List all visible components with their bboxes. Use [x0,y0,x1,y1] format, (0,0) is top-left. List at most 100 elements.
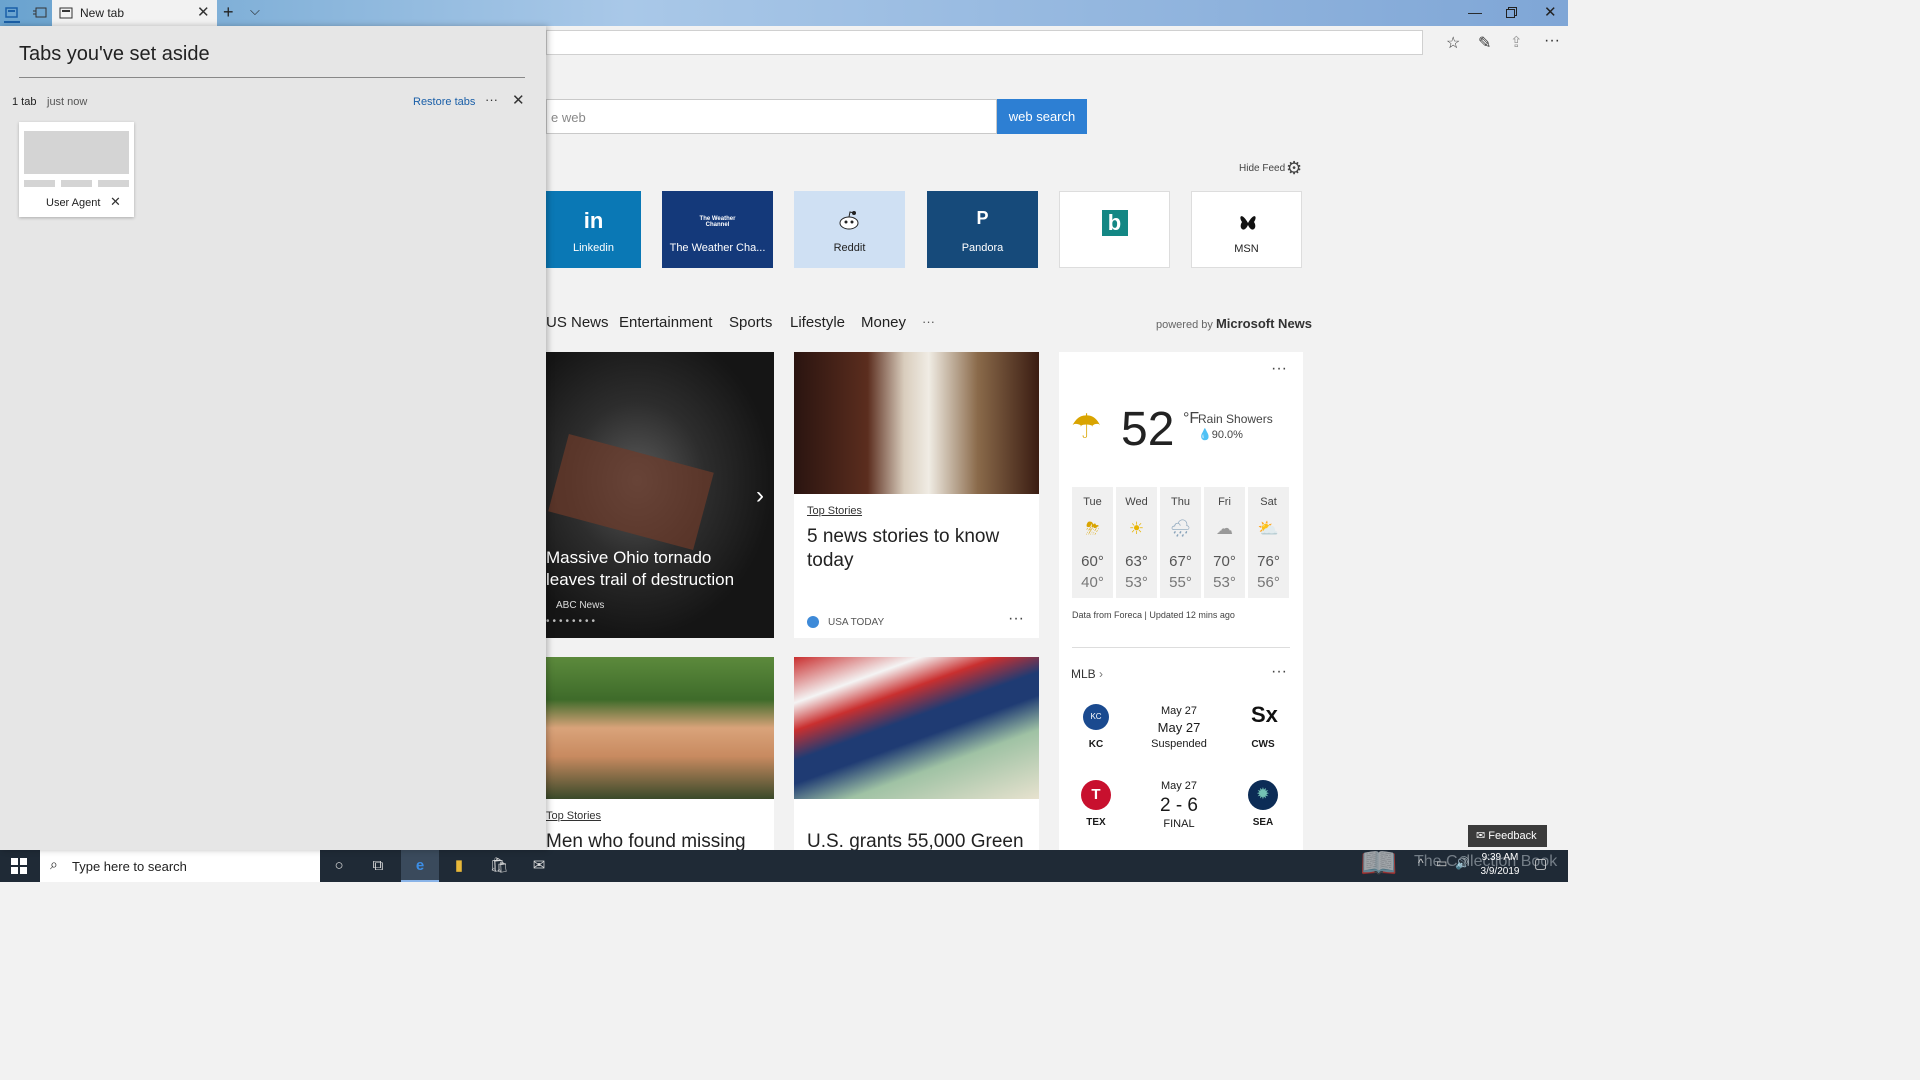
reddit-icon [837,209,861,233]
address-bar[interactable] [546,30,1423,55]
tab-new-tab[interactable]: New tab ✕ [52,0,217,26]
set-aside-tabs-icon[interactable] [32,5,48,21]
thumb-bar [61,180,92,187]
story-card[interactable]: Top Stories 5 news stories to know today… [794,352,1039,638]
nav-lifestyle[interactable]: Lifestyle [790,314,845,331]
new-tab-icon[interactable]: + [223,2,234,23]
story-more-icon[interactable]: ··· [1008,610,1024,628]
powered-by-brand: Microsoft News [1215,316,1313,331]
task-view-icon[interactable]: ⧉ [359,850,397,882]
tray-chevron-icon[interactable]: ^ [1418,856,1424,870]
panel-close-icon[interactable]: ✕ [512,91,525,109]
story-title: 5 news stories to know today [807,526,1000,571]
story-image [794,352,1039,494]
story-2-tag[interactable]: Top Stories [546,810,601,822]
volume-icon[interactable]: 🔊 [1455,856,1470,870]
favorites-icon[interactable]: ☆ [1446,33,1460,53]
tab-preview-chevron-icon[interactable]: ⌵ [250,3,260,19]
nav-sports[interactable]: Sports [729,314,772,331]
aside-tab-card[interactable]: User Agent ✕ [19,122,134,217]
forecast-day-name: Sat [1260,496,1277,508]
top-site-tile[interactable]: reddit-iconReddit [794,191,905,268]
nav-us-news[interactable]: US News [546,314,609,331]
game-score: 2 - 6 [1159,795,1199,816]
action-center-icon[interactable]: ▢ [1534,855,1547,872]
panel-divider [19,77,525,78]
top-site-tile[interactable]: in Linkedin [546,191,641,268]
weather-more-icon[interactable]: ··· [1271,360,1287,378]
nav-entertainment[interactable]: Entertainment [619,314,712,331]
story-3-title: U.S. grants 55,000 Green [807,831,1024,850]
next-arrow-icon[interactable]: › [756,482,764,510]
weather-condition: Rain Showers [1198,412,1273,426]
pen-icon[interactable]: ✎ [1478,33,1491,53]
restore-icon[interactable] [1506,5,1517,18]
taskbar-search[interactable]: ⌕ Type here to search [40,850,320,882]
tabs-aside-icon[interactable] [4,5,20,21]
store-icon[interactable]: 🛍 [480,850,518,882]
tile-label: Linkedin [573,242,614,254]
thumb-bar [98,180,129,187]
edge-icon[interactable]: e [401,850,439,882]
mail-icon[interactable]: ✉ [520,850,558,882]
forecast-high: 70° [1213,553,1236,570]
search-input[interactable]: e web [546,99,997,134]
divider [1072,647,1290,648]
game-status-2: FINAL [1163,818,1195,830]
story-card-2[interactable]: Top Stories Men who found missing [546,657,774,850]
team-home: KC [1088,739,1104,750]
close-window-icon[interactable]: ✕ [1544,3,1557,21]
cortana-icon[interactable]: ○ [320,850,358,882]
chevron-right-icon: › [1099,667,1104,681]
hide-feed-link[interactable]: Hide Feed [1239,163,1285,174]
remove-tab-icon[interactable]: ✕ [110,194,121,210]
clock-time[interactable]: 9:39 AM [1480,852,1520,863]
feedback-label: Feedback [1488,830,1537,842]
more-icon[interactable]: ··· [1544,32,1560,50]
nav-money[interactable]: Money [861,314,906,331]
web-search-button[interactable]: web search [997,99,1087,134]
restore-tabs-link[interactable]: Restore tabs [413,96,475,108]
current-temp: 52 [1121,403,1175,456]
tile-label: Reddit [833,242,866,254]
carousel-dots[interactable]: •••••••• [546,616,598,627]
forecast-day-name: Wed [1125,496,1148,508]
clock-date[interactable]: 3/9/2019 [1476,866,1524,877]
page-icon [59,7,73,19]
network-icon[interactable]: ▭ [1436,856,1447,870]
team-away: CWS [1251,739,1275,750]
nav-more[interactable]: ··· [922,314,935,329]
top-site-tile[interactable]: b [1059,191,1170,268]
settings-gear-icon[interactable]: ⚙ [1286,158,1302,179]
forecast-high: 67° [1169,553,1192,570]
game-date-2: May 27 [1157,720,1201,735]
forecast-high: 63° [1125,553,1148,570]
powered-by: powered by Microsoft News [1156,316,1312,331]
team-logo-icon: Sx [1251,702,1278,727]
close-tab-icon[interactable]: ✕ [197,3,210,21]
minimize-icon[interactable]: — [1468,4,1482,20]
top-site-tile[interactable]: The Weather Channel The Weather Cha... [662,191,773,268]
mlb-more-icon[interactable]: ··· [1271,663,1287,681]
top-site-tile[interactable]: P Pandora [927,191,1038,268]
windows-start-icon[interactable] [0,850,38,882]
msn-butterfly-icon [1236,210,1260,236]
mlb-title[interactable]: MLB › [1071,667,1103,681]
tab-count: 1 tab [12,96,37,108]
tile-icon: b [1101,210,1128,236]
forecast-weather-icon: ⛈ [1085,519,1100,538]
file-explorer-icon[interactable]: ▮ [440,850,478,882]
hero-card[interactable]: › Massive Ohio tornado leaves trail of d… [546,352,774,638]
tile-icon: P [976,208,989,228]
feedback-button[interactable]: ✉ Feedback [1468,825,1547,847]
tile-label: MSN [1234,243,1259,255]
tile-label: The Weather Cha... [669,242,766,254]
panel-more-icon[interactable]: ··· [485,92,498,107]
top-site-tile[interactable]: msn-iconMSN [1191,191,1302,268]
game-status: Suspended [1151,738,1207,750]
share-icon[interactable]: ⇪ [1510,33,1523,51]
story-source: USA TODAY [828,617,885,628]
rain-showers-icon: ☂ [1071,408,1102,446]
story-card-3[interactable]: U.S. grants 55,000 Green [794,657,1039,850]
story-tag[interactable]: Top Stories [807,505,862,517]
